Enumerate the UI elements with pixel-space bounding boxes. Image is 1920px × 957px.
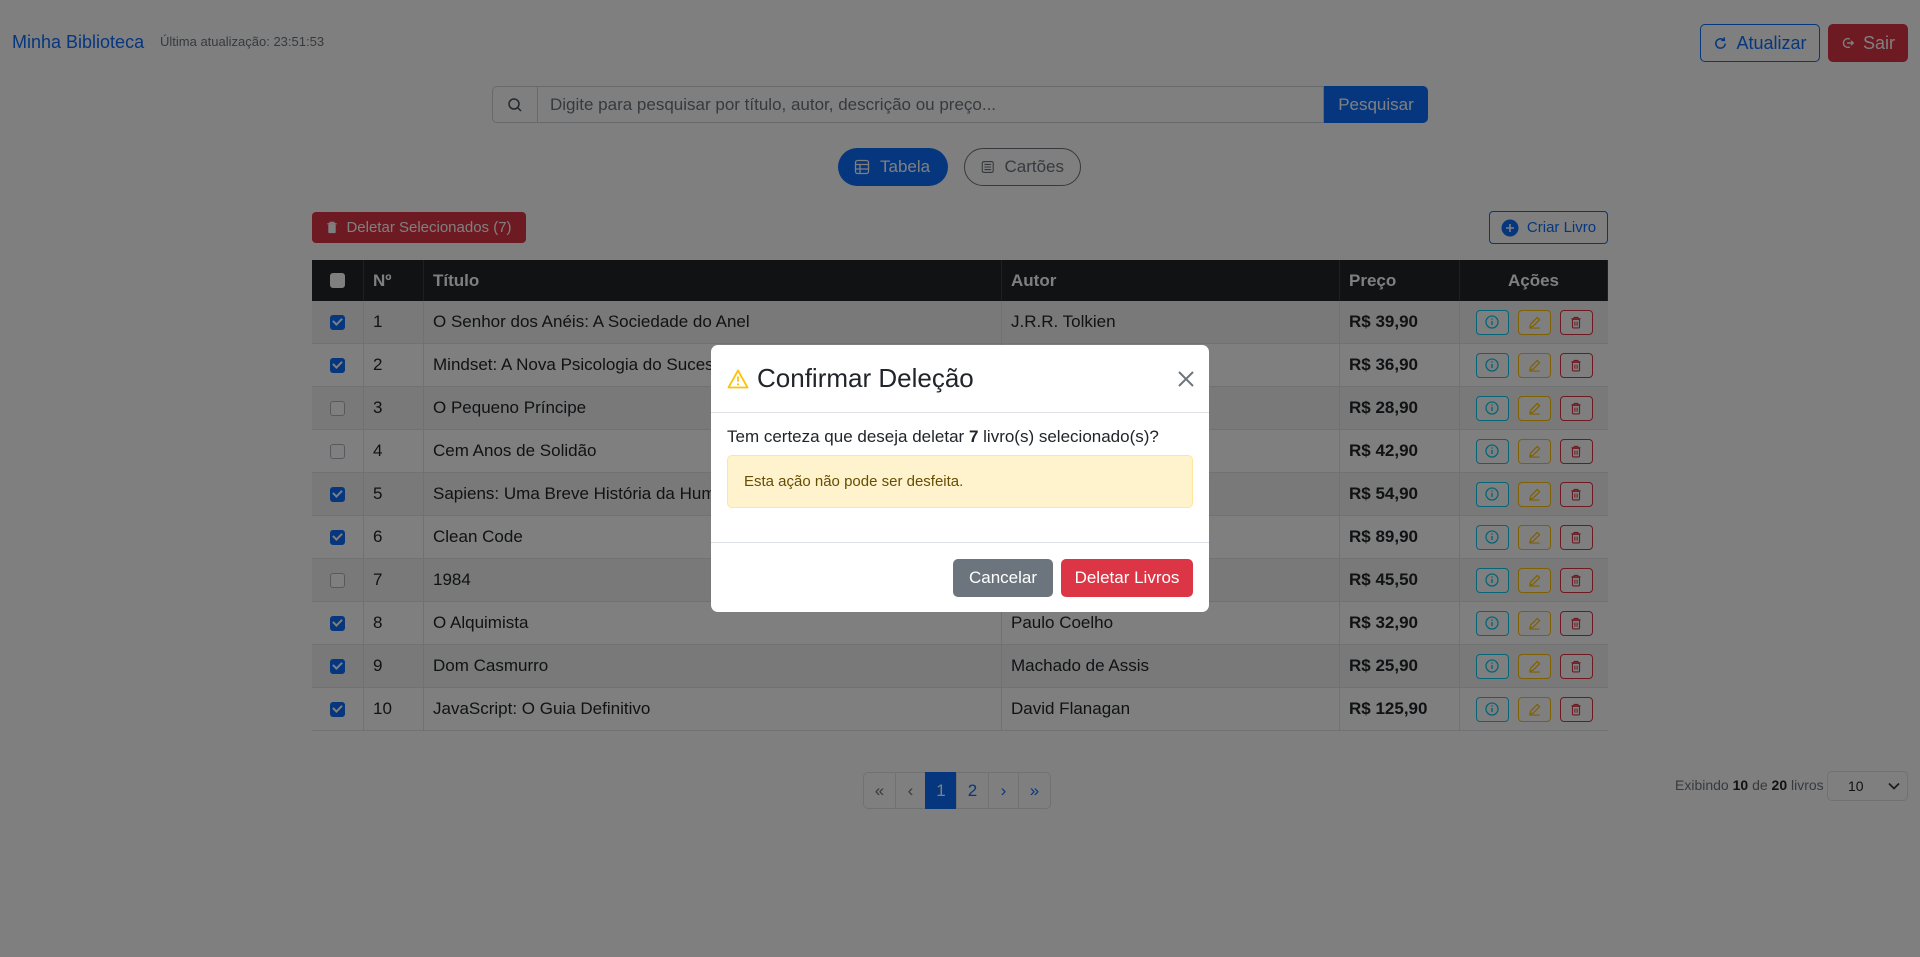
- modal-body: Tem certeza que deseja deletar 7 livro(s…: [711, 413, 1209, 543]
- modal-header: Confirmar Deleção: [711, 345, 1209, 413]
- modal-question-prefix: Tem certeza que deseja deletar: [727, 427, 965, 446]
- cancel-button[interactable]: Cancelar: [953, 559, 1053, 597]
- modal-title: Confirmar Deleção: [757, 363, 974, 393]
- modal-question-suffix: livro(s) selecionado(s)?: [983, 427, 1159, 446]
- close-icon[interactable]: [1173, 366, 1199, 392]
- modal-question-count: 7: [968, 427, 979, 446]
- confirm-delete-modal: Confirmar Deleção Tem certeza que deseja…: [711, 345, 1209, 612]
- modal-question: Tem certeza que deseja deletar 7 livro(s…: [727, 427, 1193, 447]
- modal-footer: Cancelar Deletar Livros: [711, 543, 1209, 613]
- modal-warning-alert: Esta ação não pode ser desfeita.: [727, 455, 1193, 508]
- confirm-delete-button[interactable]: Deletar Livros: [1061, 559, 1193, 597]
- warning-icon: [727, 369, 749, 388]
